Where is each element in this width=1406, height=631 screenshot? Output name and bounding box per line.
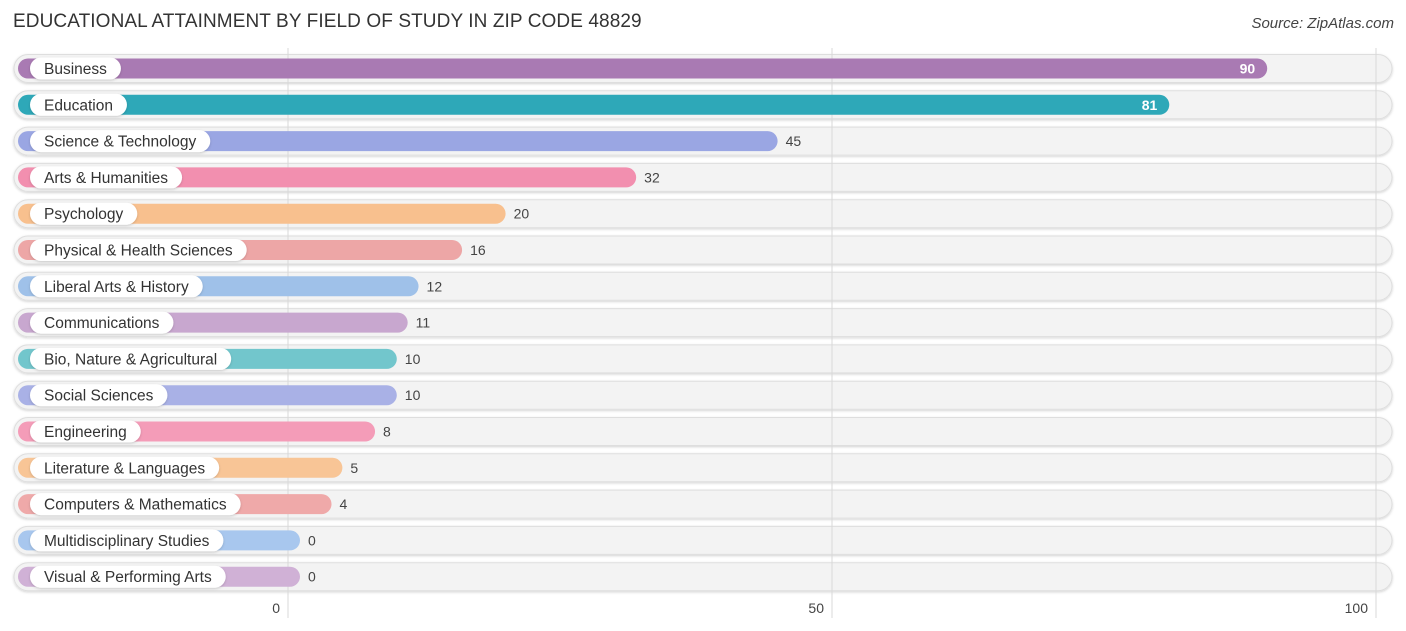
category-label: Computers & Mathematics [44, 497, 227, 514]
bar [18, 58, 1268, 79]
value-label: 0 [308, 532, 316, 548]
value-label: 11 [416, 315, 431, 331]
value-label: 20 [514, 206, 530, 222]
category-label: Engineering [44, 424, 127, 441]
bar [18, 94, 1170, 115]
category-label: Physical & Health Sciences [44, 243, 233, 260]
value-label: 10 [405, 387, 421, 403]
category-label: Arts & Humanities [44, 170, 168, 187]
bar-chart: Business 90 Education 81 Science & Technolog… [13, 48, 1393, 618]
category-label: Psychology [44, 206, 124, 223]
value-label: 0 [308, 569, 316, 585]
category-label: Bio, Nature & Agricultural [44, 351, 217, 368]
category-label: Communications [44, 315, 160, 332]
value-label: 10 [405, 351, 421, 367]
category-label: Science & Technology [44, 134, 196, 151]
category-label: Multidisciplinary Studies [44, 533, 210, 550]
category-label: Education [44, 97, 113, 114]
value-label: 81 [1142, 97, 1158, 113]
category-label: Literature & Languages [44, 460, 205, 477]
value-label: 12 [427, 278, 443, 294]
value-label: 4 [340, 496, 348, 512]
x-tick-label: 50 [808, 600, 824, 616]
x-tick-label: 100 [1345, 600, 1369, 616]
category-label: Social Sciences [44, 388, 154, 405]
category-label: Business [44, 61, 107, 78]
value-label: 16 [470, 242, 486, 258]
value-label: 8 [383, 424, 391, 440]
category-label: Liberal Arts & History [44, 279, 189, 296]
category-label: Visual & Performing Arts [44, 569, 212, 586]
value-label: 90 [1240, 61, 1256, 77]
value-label: 5 [350, 460, 358, 476]
x-tick-label: 0 [272, 600, 280, 616]
value-label: 45 [786, 133, 802, 149]
value-label: 32 [644, 169, 660, 185]
